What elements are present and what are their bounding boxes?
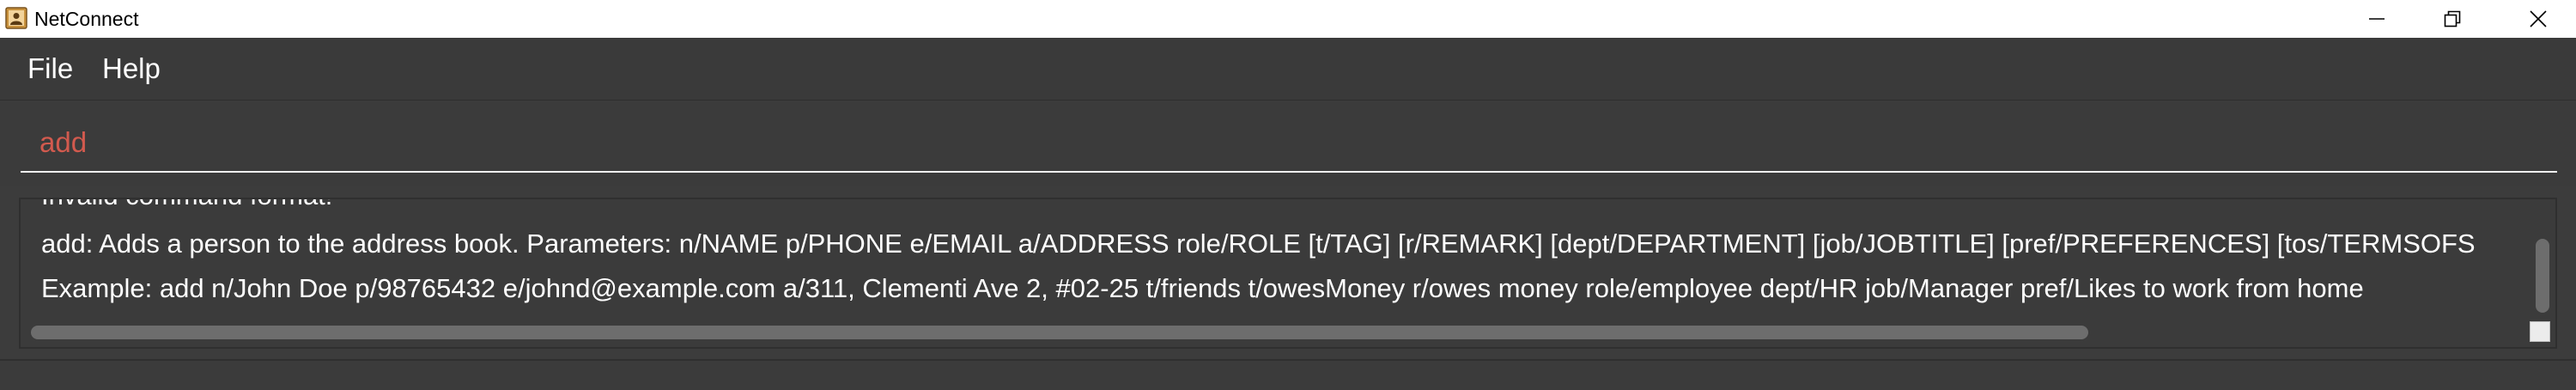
horizontal-scrollbar[interactable] xyxy=(27,323,2518,342)
horizontal-scrollbar-thumb[interactable] xyxy=(31,326,2088,339)
restore-button[interactable] xyxy=(2415,0,2490,38)
vertical-scrollbar-thumb[interactable] xyxy=(2536,239,2549,313)
menu-help[interactable]: Help xyxy=(102,52,161,86)
status-bar xyxy=(0,359,2576,390)
command-input[interactable] xyxy=(21,114,2557,173)
result-line: add: Adds a person to the address book. … xyxy=(41,229,2476,259)
result-line: Example: add n/John Doe p/98765432 e/joh… xyxy=(41,273,2364,303)
command-box-placeholder xyxy=(0,101,2576,186)
restore-icon xyxy=(2443,9,2462,28)
menu-bar: File Help xyxy=(0,38,2576,101)
vertical-scrollbar[interactable] xyxy=(2533,208,2552,320)
address-book-icon xyxy=(5,7,27,29)
minimize-button[interactable] xyxy=(2339,0,2415,38)
title-bar[interactable]: NetConnect xyxy=(0,0,2576,38)
window-title: NetConnect xyxy=(34,8,139,30)
result-display[interactable]: Invalid command format! add: Adds a pers… xyxy=(19,198,2557,349)
close-icon xyxy=(2529,9,2548,28)
scrollbar-corner xyxy=(2530,321,2550,342)
app-window: NetConnect File Help add add: Adds a per… xyxy=(0,0,2576,390)
menu-file[interactable]: File xyxy=(27,52,73,86)
result-line: Invalid command format! xyxy=(41,199,332,213)
minimize-icon xyxy=(2367,9,2386,28)
close-button[interactable] xyxy=(2500,0,2576,38)
